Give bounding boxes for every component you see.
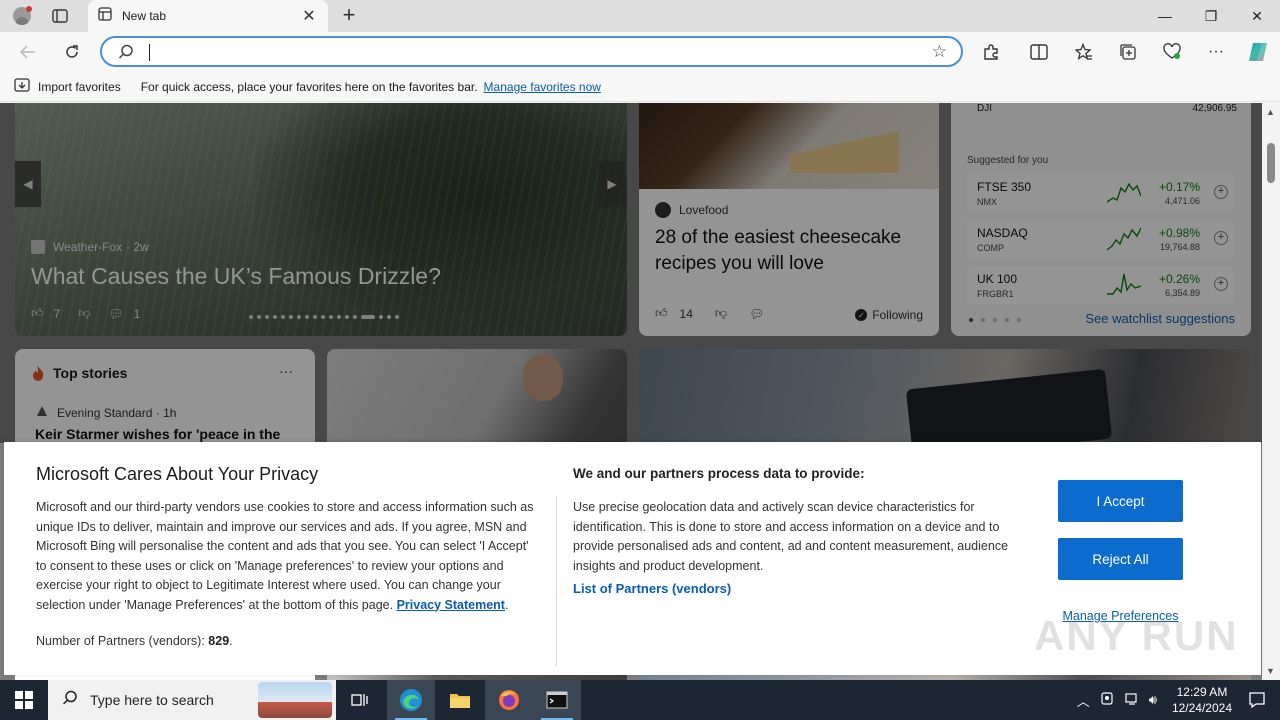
manage-favorites-link[interactable]: Manage favorites now (484, 80, 601, 94)
add-favorite-star-icon[interactable]: ☆ (932, 42, 947, 62)
close-tab-icon[interactable]: ✕ (300, 6, 318, 26)
file-explorer-icon[interactable] (436, 680, 484, 720)
volume-icon[interactable]: 🔊︎ (1149, 692, 1157, 708)
close-window-button[interactable]: ✕ (1234, 0, 1280, 32)
collections-icon[interactable] (1114, 38, 1142, 66)
privacy-body-text: Microsoft and our third-party vendors us… (36, 500, 534, 612)
notification-center-icon[interactable] (1248, 691, 1266, 714)
windows-logo-icon (15, 691, 33, 709)
search-icon (118, 44, 134, 65)
privacy-body-period: . (504, 597, 509, 612)
profile-avatar[interactable] (8, 4, 36, 28)
tab-new-tab[interactable]: New tab ✕ (88, 0, 328, 32)
back-button[interactable] (14, 38, 42, 66)
partners-label: Number of Partners (vendors): (36, 634, 205, 648)
privacy-title: Microsoft Cares About Your Privacy (36, 464, 319, 484)
search-icon (62, 690, 78, 711)
address-input[interactable] (146, 43, 906, 61)
modal-dim-overlay (0, 103, 1262, 443)
extensions-icon[interactable] (977, 38, 1005, 66)
task-view-icon[interactable] (336, 680, 384, 720)
banner-divider (556, 496, 557, 666)
data-processing-body: Use precise geolocation data and activel… (573, 500, 1009, 573)
tab-title: New tab (122, 9, 167, 23)
edge-taskbar-icon[interactable] (387, 680, 435, 720)
browser-essentials-icon[interactable] (1158, 38, 1186, 66)
data-processing-title: We and our partners process data to prov… (573, 466, 865, 481)
import-favorites-button[interactable]: Import favorites (14, 78, 121, 95)
tray-overflow-chevron-icon[interactable]: ︿ (1077, 691, 1090, 710)
favorites-bar: Import favorites For quick access, place… (0, 72, 1280, 102)
partners-period: . (229, 634, 233, 648)
list-of-partners-link[interactable]: List of Partners (vendors) (573, 581, 731, 596)
partners-count-line: Number of Partners (vendors): 829. (36, 634, 233, 648)
accept-button[interactable]: I Accept (1058, 480, 1183, 522)
network-icon[interactable] (1124, 691, 1140, 710)
browser-toolbar: ☆ ··· (0, 32, 1280, 72)
copilot-icon[interactable] (1244, 38, 1272, 66)
favorites-bar-message: For quick access, place your favorites h… (140, 79, 478, 94)
address-bar[interactable]: ☆ (100, 36, 963, 67)
clock-time: 12:29 AM (1176, 685, 1228, 699)
refresh-button[interactable] (58, 38, 86, 66)
windows-taskbar: Type here to search ︿ 🔊︎ 12:29 AM 12/24/… (0, 680, 1280, 720)
system-tray: ︿ 🔊︎ 12:29 AM 12/24/2024 (1077, 680, 1232, 720)
privacy-statement-link[interactable]: Privacy Statement (397, 598, 505, 612)
privacy-body: Microsoft and our third-party vendors us… (36, 498, 541, 615)
clock-date: 12/24/2024 (1171, 701, 1232, 715)
taskbar-clock[interactable]: 12:29 AM 12/24/2024 (1172, 684, 1232, 716)
meet-now-icon[interactable] (1099, 691, 1115, 710)
minimize-button[interactable]: — (1142, 0, 1188, 32)
taskbar-search-placeholder: Type here to search (90, 692, 214, 708)
new-tab-button[interactable]: + (338, 4, 360, 28)
terminal-icon[interactable] (533, 680, 581, 720)
split-screen-icon[interactable] (1025, 38, 1053, 66)
tab-actions-icon[interactable] (50, 7, 70, 25)
notification-dot (26, 6, 32, 12)
restore-button[interactable]: ❐ (1188, 0, 1234, 32)
firefox-icon[interactable] (485, 680, 533, 720)
scroll-down-icon[interactable]: ▼ (1266, 666, 1275, 676)
title-bar: New tab ✕ + — ❐ ✕ (0, 0, 1280, 32)
search-highlight-image (258, 682, 332, 718)
taskbar-search-box[interactable]: Type here to search (48, 680, 336, 720)
import-favorites-label: Import favorites (38, 79, 121, 94)
import-favorites-icon (14, 78, 30, 95)
scrollbar-thumb[interactable] (1267, 143, 1275, 183)
reject-all-button[interactable]: Reject All (1058, 538, 1183, 580)
favorites-icon[interactable] (1070, 38, 1098, 66)
new-tab-page-icon (98, 6, 112, 26)
settings-more-icon[interactable]: ··· (1202, 38, 1230, 66)
anyrun-watermark: ANY RUN (1034, 612, 1239, 659)
page-scrollbar[interactable]: ▲ ▼ (1262, 103, 1280, 680)
scroll-up-icon[interactable]: ▲ (1266, 107, 1275, 117)
start-button[interactable] (0, 680, 48, 720)
partners-count: 829 (208, 634, 230, 648)
